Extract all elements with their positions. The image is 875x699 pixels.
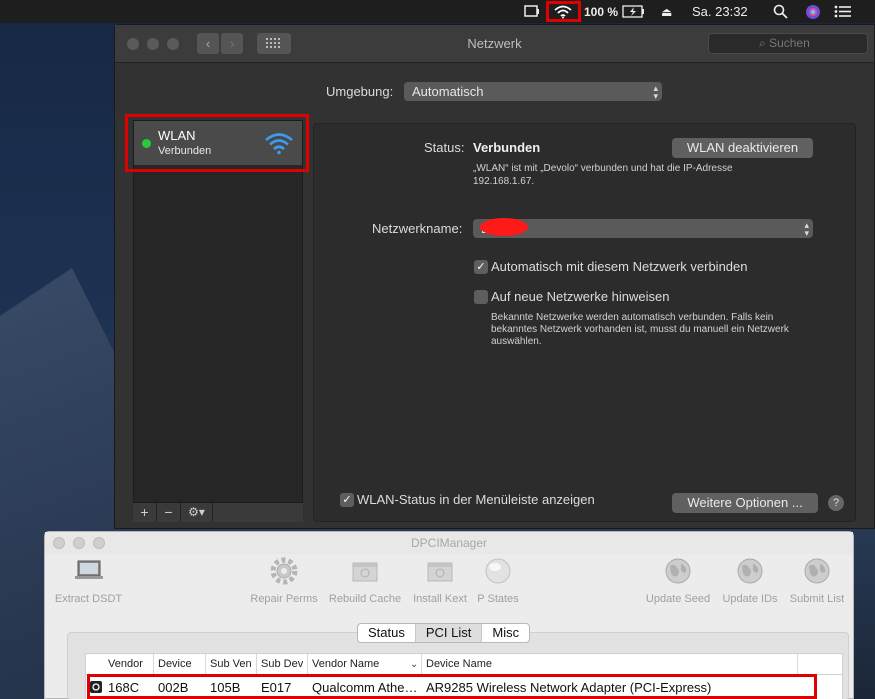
siri-icon[interactable] (805, 3, 821, 20)
hint-line3: auswählen. (491, 336, 542, 347)
cell-device: 002B (158, 680, 189, 695)
remove-service-button[interactable]: − (157, 503, 181, 522)
popup-arrows-icon: ▴ ▾ (653, 83, 658, 101)
tab-status[interactable]: Status (358, 624, 416, 642)
column-header-vendor[interactable]: Vendor (104, 654, 154, 675)
popup-arrows-icon: ▴ ▾ (804, 220, 809, 238)
display-icon[interactable] (524, 3, 540, 20)
table-header: Vendor Device Sub Ven Sub Dev Vendor Nam… (86, 654, 842, 675)
globe-icon (665, 558, 691, 584)
sphere-icon (485, 558, 511, 584)
update-seed-button[interactable]: Update Seed (641, 556, 715, 605)
tool-label: P States (477, 593, 519, 605)
table-row[interactable]: 168C 002B 105B E017 Qualcomm Athe… AR928… (86, 676, 842, 699)
auto-join-checkbox[interactable]: ✓ (474, 260, 488, 274)
location-label: Umgebung: (326, 84, 394, 99)
location-popup[interactable]: Automatisch ▴ ▾ (404, 82, 662, 101)
service-list: WLAN Verbunden (133, 120, 303, 521)
status-dot-icon (142, 139, 151, 148)
rebuild-cache-button[interactable]: Rebuild Cache (325, 556, 405, 605)
extract-dsdt-button[interactable]: Extract DSDT (51, 556, 126, 605)
search-field[interactable]: ⌕ Suchen (708, 33, 868, 54)
hint-line1: Bekannte Netzwerke werden automatisch ve… (491, 312, 774, 323)
status-description-line2: 192.168.1.67. (473, 176, 535, 187)
redaction-mark (480, 218, 528, 236)
eject-icon[interactable]: ⏏ (661, 3, 672, 20)
tool-label: Extract DSDT (54, 593, 123, 605)
package-icon (352, 562, 378, 582)
search-placeholder: Suchen (769, 36, 810, 50)
column-header-device-name[interactable]: Device Name (422, 654, 798, 675)
status-value: Verbunden (473, 140, 541, 155)
install-kext-button[interactable]: Install Kext (407, 556, 473, 605)
network-preferences-window: ‹ › Netzwerk ⌕ Suchen Umgebung: Automati… (114, 24, 875, 529)
wifi-menu-icon[interactable] (553, 3, 573, 20)
wifi-icon (265, 133, 293, 155)
title-bar: ‹ › Netzwerk ⌕ Suchen (115, 25, 874, 63)
globe-icon (737, 558, 763, 584)
tool-label: Repair Perms (250, 593, 318, 605)
sort-chevron-down-icon: ⌄ (410, 659, 419, 670)
column-header-device[interactable]: Device (154, 654, 206, 675)
more-options-button[interactable]: Weitere Optionen ... (672, 493, 818, 513)
sidebar-item-wlan[interactable]: WLAN Verbunden (134, 121, 302, 165)
tool-label: Rebuild Cache (328, 593, 402, 605)
dpci-title-bar: DPCIManager (45, 532, 853, 554)
tab-bar: Status PCI List Misc (357, 623, 531, 643)
hint-line2: bekanntes Netzwerk vorhanden ist, musst … (491, 324, 789, 335)
battery-icon[interactable] (622, 3, 646, 20)
show-status-menubar-label: WLAN-Status in der Menüleiste anzeigen (357, 492, 595, 507)
status-label: Status: (424, 140, 465, 155)
globe-icon (804, 558, 830, 584)
update-ids-button[interactable]: Update IDs (715, 556, 785, 605)
network-name-label: Netzwerkname: (372, 221, 463, 236)
gear-icon (270, 557, 298, 585)
tab-misc[interactable]: Misc (482, 624, 529, 642)
repair-perms-button[interactable]: Repair Perms (245, 556, 323, 605)
clock[interactable]: Sa. 23:32 (692, 3, 748, 20)
cell-vendor-name: Qualcomm Athe… (312, 680, 418, 695)
wlan-deactivate-button[interactable]: WLAN deaktivieren (672, 138, 813, 158)
show-status-menubar-checkbox[interactable]: ✓ (340, 493, 354, 507)
location-value: Automatisch (412, 84, 484, 99)
column-header-vendor-name[interactable]: Vendor Name (308, 654, 422, 675)
status-description-line1: „WLAN“ ist mit „Devolo“ verbunden und ha… (473, 163, 733, 174)
sidebar-button-bar: + − ⚙▾ (133, 502, 303, 522)
cell-device-name: AR9285 Wireless Network Adapter (PCI-Exp… (426, 680, 712, 695)
action-gear-icon[interactable]: ⚙▾ (181, 503, 213, 522)
tool-label: Update Seed (645, 593, 711, 605)
ask-new-networks-checkbox[interactable] (474, 290, 488, 304)
cell-sub-dev: E017 (261, 680, 292, 695)
spotlight-search-icon[interactable] (773, 3, 788, 20)
auto-join-label: Automatisch mit diesem Netzwerk verbinde… (491, 259, 748, 274)
cell-vendor: 168C (108, 680, 140, 695)
search-icon: ⌕ (759, 36, 770, 50)
tab-pci-list[interactable]: PCI List (415, 624, 483, 642)
submit-list-button[interactable]: Submit List (785, 556, 849, 605)
sidebar-item-status: Verbunden (158, 145, 212, 157)
battery-percent: 100 % (584, 4, 619, 19)
dpci-title: DPCIManager (410, 536, 488, 550)
sidebar-item-label: WLAN (158, 128, 196, 143)
ask-new-networks-label: Auf neue Netzwerke hinweisen (491, 289, 670, 304)
cell-sub-ven: 105B (210, 680, 241, 695)
column-header-sub-ven[interactable]: Sub Ven (206, 654, 257, 675)
notification-center-icon[interactable] (834, 3, 852, 20)
laptop-icon (74, 560, 103, 579)
dpcimanager-window: DPCIManager Extract DSDT Repair Perms Re… (44, 531, 854, 699)
menu-bar: 100 % ⏏ Sa. 23:32 (0, 0, 875, 23)
column-header-sub-dev[interactable]: Sub Dev (257, 654, 308, 675)
tool-label: Submit List (789, 593, 845, 605)
tool-label: Install Kext (413, 593, 467, 605)
add-service-button[interactable]: + (133, 503, 157, 522)
p-states-button[interactable]: P States (473, 556, 523, 605)
tool-label: Update IDs (722, 593, 778, 605)
pci-device-icon (90, 681, 102, 693)
kext-package-icon (427, 562, 453, 582)
help-button[interactable]: ? (828, 495, 844, 511)
pci-table: Vendor Device Sub Ven Sub Dev Vendor Nam… (85, 653, 843, 699)
